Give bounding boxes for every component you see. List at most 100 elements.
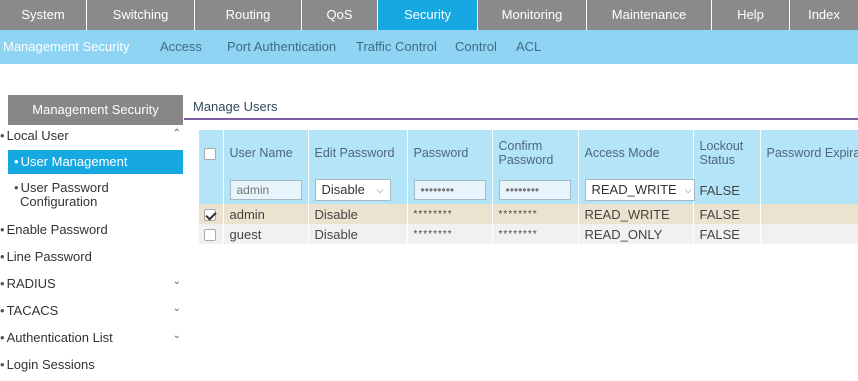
access-mode: READ_WRITE (578, 204, 694, 224)
edit-row-select-cell (199, 176, 224, 204)
row-select-cell (199, 204, 224, 224)
access-mode: READ_ONLY (578, 224, 694, 244)
tab-maintenance[interactable]: Maintenance (587, 0, 712, 30)
bullet-icon: • (0, 330, 5, 345)
sidebar-item-label: RADIUS (6, 276, 56, 291)
access-mode-select[interactable]: READ_WRITE ⌵ (584, 179, 695, 201)
table-row[interactable]: guest Disable ******** ******** READ_ONL… (199, 224, 858, 244)
bullet-icon: • (0, 276, 5, 291)
column-header: Confirm Password (492, 130, 579, 176)
sidebar-item-local-user[interactable]: • Local User ⌃ (0, 128, 185, 143)
sidebar-item-login-sessions[interactable]: • Login Sessions (0, 357, 185, 372)
chevron-down-icon: ⌵ (684, 185, 692, 195)
password: ******** (407, 204, 493, 224)
sidebar-item-enable-password[interactable]: • Enable Password (0, 222, 185, 237)
bullet-icon: • (0, 303, 5, 318)
expiration-date (760, 204, 858, 224)
tab-underline (184, 118, 858, 120)
sidebar-item-label: TACACS (6, 303, 59, 318)
top-navigation: System Switching Routing QoS Security Mo… (0, 0, 858, 30)
chevron-down-icon: ⌄ (172, 276, 181, 287)
tab-qos[interactable]: QoS (302, 0, 378, 30)
edit-password-select[interactable]: Disable ⌵ (314, 179, 391, 201)
password-cell (407, 176, 493, 204)
column-header: Access Mode (578, 130, 694, 176)
expiration-cell (760, 176, 858, 204)
row-checkbox[interactable] (204, 209, 216, 222)
column-header: User Name (223, 130, 309, 176)
bullet-icon: • (14, 154, 19, 169)
subnav-port-authentication[interactable]: Port Authentication (227, 39, 336, 54)
user-name-cell (223, 176, 309, 204)
sidebar-item-user-management[interactable]: • User Management (8, 150, 183, 174)
tab-switching[interactable]: Switching (87, 0, 195, 30)
edit-password: Disable (308, 224, 408, 244)
sidebar-item-radius[interactable]: • RADIUS ⌄ (0, 276, 185, 291)
bullet-icon: • (0, 249, 5, 264)
edit-row: Disable ⌵ READ_WRITE ⌵ FALSE (199, 176, 858, 204)
sidebar-item-label: Login Sessions (6, 357, 95, 372)
tab-help[interactable]: Help (712, 0, 790, 30)
sidebar-item-user-password-configuration[interactable]: • User Password Configuration (14, 181, 199, 209)
bullet-icon: • (14, 180, 19, 195)
lockout-status: FALSE (693, 224, 761, 244)
subnav-management-security[interactable]: Management Security (3, 39, 129, 54)
lockout-cell: FALSE (693, 176, 761, 204)
table-header-row: User Name Edit Password Password Confirm… (199, 130, 858, 176)
user-name: admin (223, 204, 309, 224)
sub-navigation: Management Security Access Port Authenti… (0, 30, 858, 64)
subnav-access[interactable]: Access (160, 39, 202, 54)
sidebar-item-label: Local User (6, 128, 69, 143)
sidebar-item-label: Line Password (6, 249, 92, 264)
column-header: Password (407, 130, 493, 176)
tab-security[interactable]: Security (378, 0, 478, 30)
confirm-password: ******** (492, 204, 579, 224)
table-row[interactable]: admin Disable ******** ******** READ_WRI… (199, 204, 858, 224)
sidebar-item-label: User Password (20, 180, 109, 195)
sidebar-item-label: Enable Password (6, 222, 108, 237)
sidebar-item-label: User Management (20, 154, 128, 169)
sidebar-title: Management Security (8, 95, 183, 125)
column-header: Edit Password (308, 130, 408, 176)
subnav-traffic-control[interactable]: Traffic Control (356, 39, 437, 54)
confirm-password: ******** (492, 224, 579, 244)
select-all-cell[interactable] (199, 130, 224, 176)
sidebar-item-label: Authentication List (6, 330, 113, 345)
sidebar-item-label-line2: Configuration (20, 194, 98, 209)
tab-routing[interactable]: Routing (195, 0, 302, 30)
row-select-cell (199, 224, 224, 244)
select-all-checkbox[interactable] (204, 147, 216, 160)
tab-system[interactable]: System (0, 0, 87, 30)
confirm-password-cell (492, 176, 579, 204)
edit-password-cell: Disable ⌵ (308, 176, 408, 204)
user-name: guest (223, 224, 309, 244)
tab-monitoring[interactable]: Monitoring (478, 0, 587, 30)
password: ******** (407, 224, 493, 244)
user-name-input[interactable] (229, 180, 302, 200)
confirm-password-input[interactable] (498, 180, 571, 200)
row-checkbox[interactable] (204, 229, 216, 242)
column-header: Lockout Status (693, 130, 761, 176)
sidebar-item-line-password[interactable]: • Line Password (0, 249, 185, 264)
password-input[interactable] (413, 180, 486, 200)
tab-manage-users[interactable]: Manage Users (193, 99, 278, 114)
subnav-control[interactable]: Control (455, 39, 497, 54)
lockout-status: FALSE (693, 204, 761, 224)
column-header: Password Expiration Date (760, 130, 858, 176)
access-mode-value: READ_WRITE (591, 182, 677, 197)
bullet-icon: • (0, 222, 5, 237)
edit-password-value: Disable (321, 182, 365, 197)
expiration-date (760, 224, 858, 244)
sidebar-item-tacacs[interactable]: • TACACS ⌄ (0, 303, 185, 318)
users-table: User Name Edit Password Password Confirm… (199, 130, 858, 244)
chevron-up-icon: ⌃ (172, 128, 181, 139)
chevron-down-icon: ⌄ (172, 303, 181, 314)
access-mode-cell: READ_WRITE ⌵ (578, 176, 695, 204)
edit-password: Disable (308, 204, 408, 224)
chevron-down-icon: ⌄ (172, 330, 181, 341)
subnav-acl[interactable]: ACL (516, 39, 541, 54)
sidebar-item-authentication-list[interactable]: • Authentication List ⌄ (0, 330, 185, 345)
bullet-icon: • (0, 357, 5, 372)
tab-index[interactable]: Index (790, 0, 858, 30)
chevron-down-icon: ⌵ (376, 185, 384, 195)
